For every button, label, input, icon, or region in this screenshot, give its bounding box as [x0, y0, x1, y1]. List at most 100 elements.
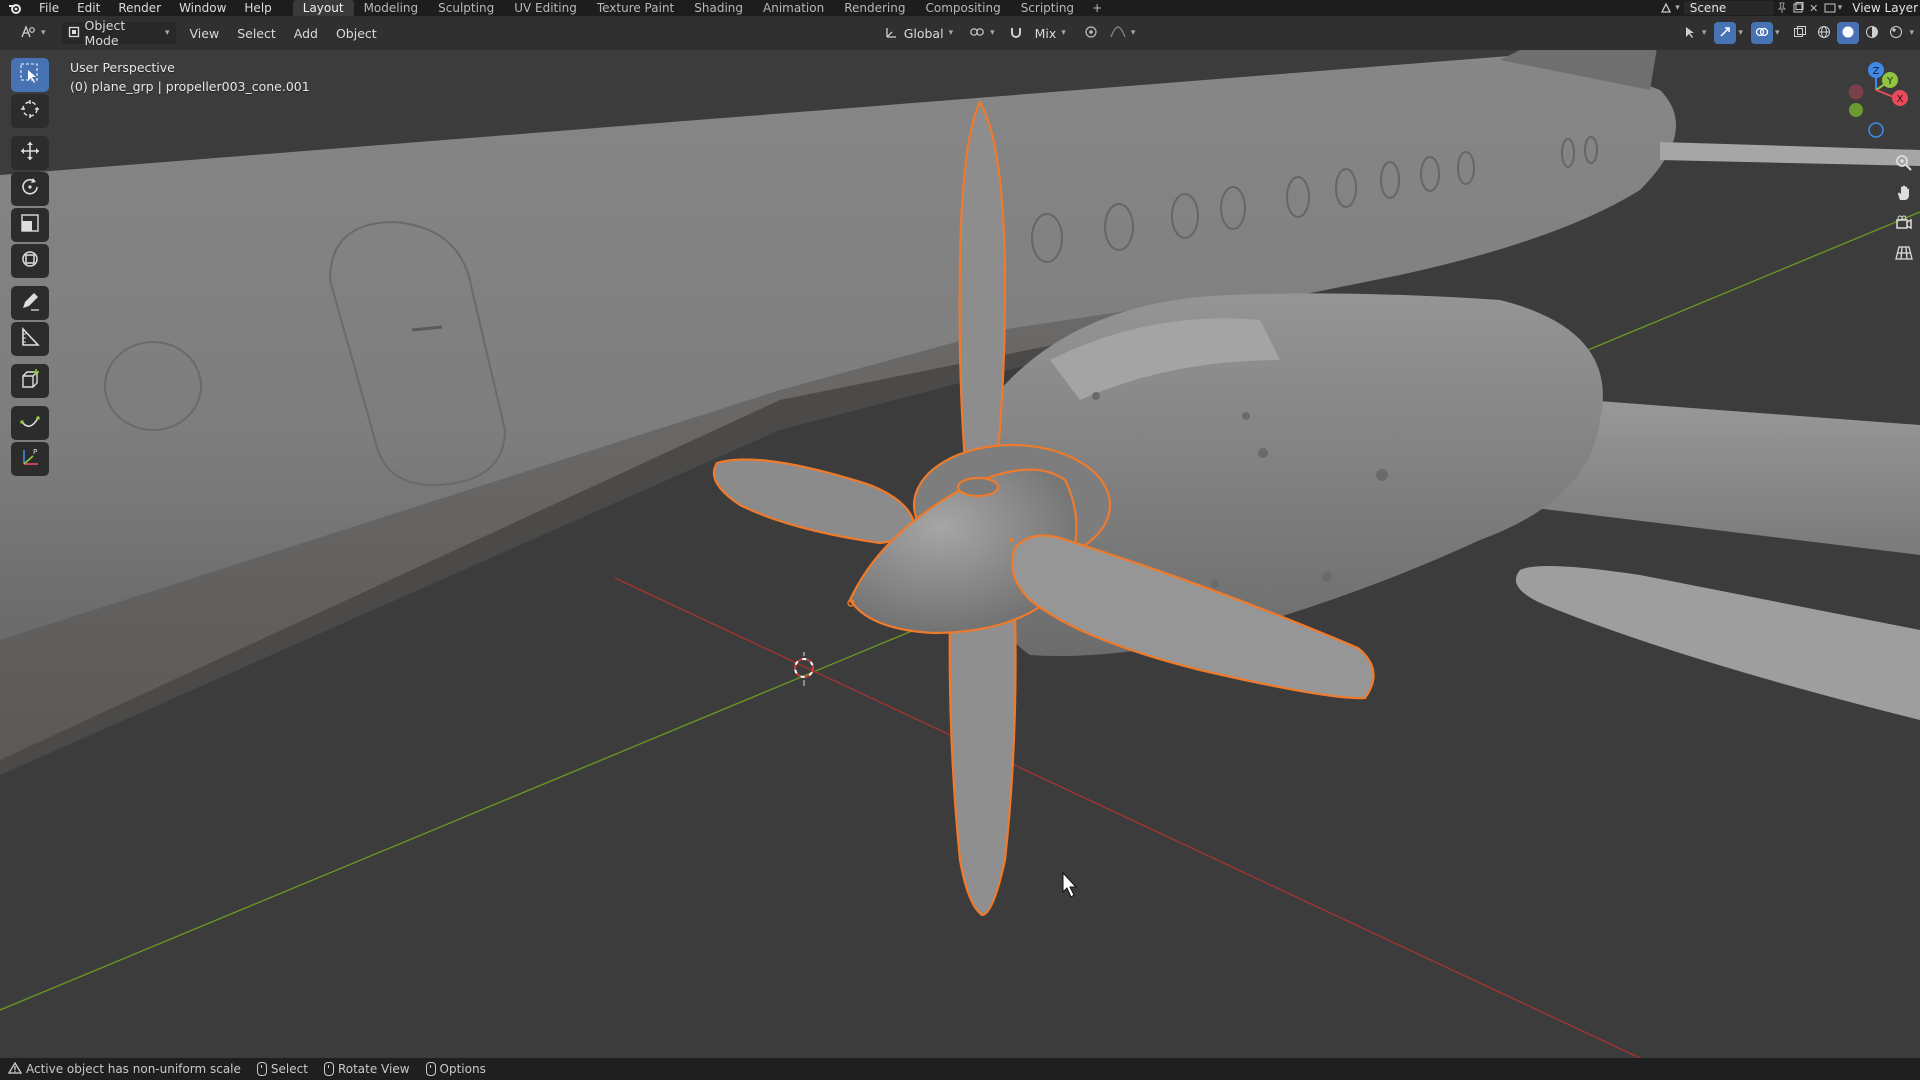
svg-text:P: P	[33, 448, 37, 456]
pin-icon[interactable]	[1774, 1, 1790, 15]
blender-logo-icon[interactable]	[0, 0, 30, 16]
menu-file[interactable]: File	[30, 0, 68, 16]
overlays-toggle[interactable]	[1750, 22, 1773, 44]
tool-add-cube[interactable]	[11, 364, 49, 398]
editor-type-icon	[20, 24, 36, 42]
propeller-blade-top[interactable]	[958, 99, 1007, 495]
transform-icon	[19, 248, 41, 274]
top-menu-bar: File Edit Render Window Help Layout Mode…	[0, 0, 1920, 16]
tab-uv-editing[interactable]: UV Editing	[504, 0, 587, 16]
chevron-down-icon[interactable]: ▾	[1909, 28, 1914, 38]
shading-material-button[interactable]	[1861, 22, 1883, 44]
add-workspace-button[interactable]: +	[1084, 1, 1110, 15]
3d-viewport[interactable]: User Perspective (0) plane_grp | propell…	[0, 50, 1920, 1058]
orientation-label: Global	[903, 25, 944, 41]
chevron-down-icon[interactable]: ▾	[1838, 3, 1843, 13]
shading-solid-button[interactable]	[1837, 22, 1860, 44]
menu-edit[interactable]: Edit	[68, 0, 109, 16]
chevron-down-icon[interactable]: ▾	[1775, 28, 1780, 38]
view-layer-field[interactable]: View Layer	[1846, 1, 1920, 15]
blade-root-ring	[956, 476, 1000, 498]
proportional-editing-toggle[interactable]	[1078, 22, 1104, 44]
tool-annotate[interactable]	[11, 286, 49, 320]
menu-add[interactable]: Add	[288, 22, 324, 44]
select-box-icon	[19, 62, 41, 88]
perspective-toggle-button[interactable]	[1891, 240, 1917, 270]
tool-scale[interactable]	[11, 208, 49, 242]
menu-window[interactable]: Window	[170, 0, 235, 16]
tab-shading[interactable]: Shading	[684, 0, 753, 16]
mouse-right-icon	[425, 1062, 436, 1076]
chevron-down-icon: ▾	[948, 28, 954, 38]
tab-animation[interactable]: Animation	[753, 0, 834, 16]
tab-modeling[interactable]: Modeling	[354, 0, 429, 16]
annotate-pencil-icon	[19, 290, 41, 316]
object-mode-dropdown[interactable]: Object Mode ▾	[61, 18, 176, 48]
chevron-down-icon[interactable]: ▾	[1675, 3, 1680, 13]
tool-cursor[interactable]	[11, 94, 49, 128]
xray-toggle[interactable]	[1789, 22, 1811, 44]
menu-render[interactable]: Render	[109, 0, 170, 16]
tool-move[interactable]	[11, 136, 49, 170]
camera-view-button[interactable]	[1891, 210, 1917, 240]
grid-perspective-icon	[1895, 244, 1913, 266]
tab-texture-paint[interactable]: Texture Paint	[587, 0, 684, 16]
tool-measure[interactable]	[11, 322, 49, 356]
gizmo-neg-z-axis[interactable]	[1868, 122, 1884, 138]
menu-view[interactable]: View	[184, 22, 226, 44]
gizmo-neg-y-axis[interactable]	[1849, 103, 1863, 117]
tool-transform[interactable]	[11, 244, 49, 278]
gizmo-z-label: Z	[1873, 66, 1880, 77]
tab-rendering[interactable]: Rendering	[834, 0, 915, 16]
view-layer-icon[interactable]	[1822, 1, 1838, 15]
proportional-falloff-dropdown[interactable]: ▾	[1104, 22, 1142, 44]
gizmo-icon	[1718, 25, 1732, 42]
new-scene-icon[interactable]	[1790, 1, 1806, 15]
gizmo-toggle[interactable]	[1714, 22, 1737, 44]
menu-help[interactable]: Help	[235, 0, 280, 16]
falloff-curve-icon	[1110, 25, 1126, 41]
chevron-down-icon[interactable]: ▾	[1738, 28, 1743, 38]
rotate-icon	[19, 176, 41, 202]
tab-scripting[interactable]: Scripting	[1011, 0, 1084, 16]
orientation-icon	[885, 25, 899, 42]
tab-compositing[interactable]: Compositing	[915, 0, 1010, 16]
tool-rotate[interactable]	[11, 172, 49, 206]
viewport-scene[interactable]	[0, 50, 1920, 1058]
chevron-down-icon: ▾	[165, 28, 170, 38]
status-rotate-text: Rotate View	[337, 1062, 410, 1076]
menu-object[interactable]: Object	[330, 22, 383, 44]
tab-sculpting[interactable]: Sculpting	[428, 0, 504, 16]
snap-mode-dropdown[interactable]: Mix ▾	[1029, 22, 1072, 44]
pan-button[interactable]	[1891, 180, 1917, 210]
tool-select-box[interactable]	[11, 58, 49, 92]
scene-name-field[interactable]: Scene	[1683, 1, 1774, 15]
selectability-visibility-dropdown[interactable]: ▾	[1677, 22, 1713, 44]
shading-rendered-button[interactable]	[1885, 22, 1907, 44]
pivot-point-dropdown[interactable]: ▾	[963, 22, 1001, 44]
navigation-gizmo[interactable]: Z Y X	[1808, 60, 1912, 140]
status-bar: Active object has non-uniform scale Sele…	[0, 1058, 1920, 1080]
curve-draw-icon	[19, 410, 41, 436]
view-layer-name: View Layer	[1852, 1, 1918, 15]
delete-scene-icon[interactable]: ✕	[1806, 1, 1822, 15]
chevron-down-icon: ▾	[990, 28, 995, 38]
tool-grease-pencil-point[interactable]: P	[11, 442, 49, 476]
gizmo-x-label: X	[1897, 94, 1904, 105]
shading-wireframe-button[interactable]	[1813, 22, 1835, 44]
mouse-middle-icon	[323, 1062, 334, 1076]
transform-orientation-dropdown[interactable]: Global ▾	[879, 22, 959, 44]
menu-select[interactable]: Select	[231, 22, 282, 44]
tab-layout[interactable]: Layout	[292, 0, 354, 16]
zoom-button[interactable]	[1891, 150, 1917, 180]
overlays-icon	[1755, 25, 1769, 42]
gizmo-neg-x-axis[interactable]	[1848, 84, 1864, 100]
editor-type-button[interactable]: ▾	[14, 22, 52, 44]
material-sphere-icon	[1865, 25, 1879, 42]
tool-extrude-curve[interactable]	[11, 406, 49, 440]
solid-sphere-icon	[1841, 25, 1855, 42]
scene-selector-icon[interactable]	[1659, 1, 1675, 15]
snap-toggle[interactable]	[1003, 22, 1029, 44]
object-mode-label: Object Mode	[84, 18, 126, 48]
measure-ruler-icon	[19, 326, 41, 352]
